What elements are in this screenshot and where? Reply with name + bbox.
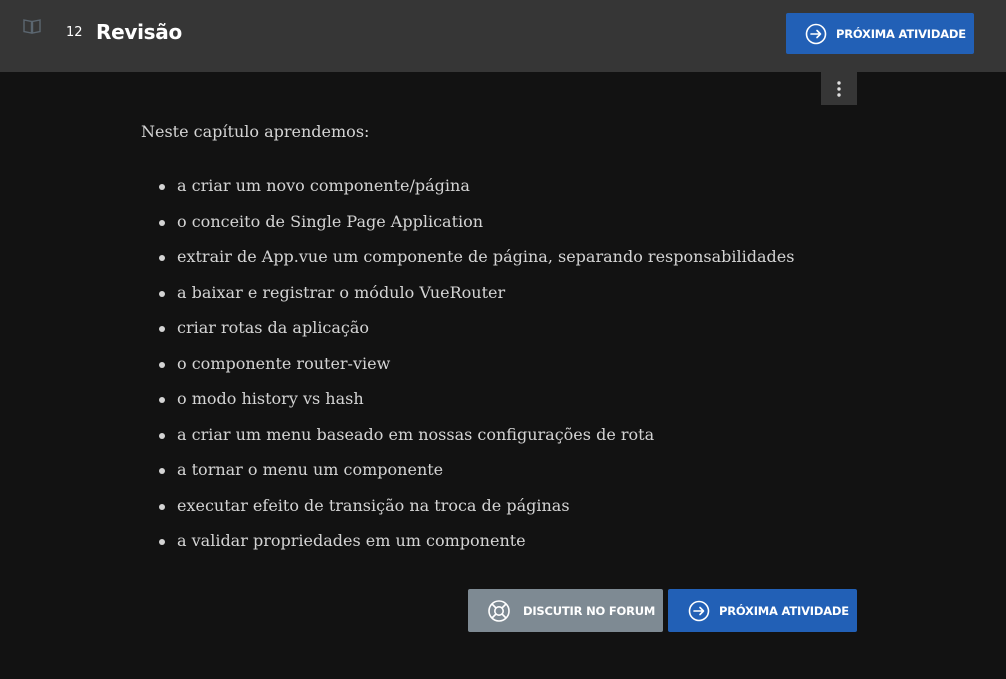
arrow-right-circle-icon <box>805 23 827 44</box>
next-activity-label: PRÓXIMA ATIVIDADE <box>836 26 966 41</box>
list-item: criar rotas da aplicação <box>159 318 861 354</box>
list-item: a tornar o menu um componente <box>159 460 861 496</box>
list-item: extrair de App.vue um componente de pági… <box>159 247 861 283</box>
arrow-right-circle-icon <box>688 600 710 621</box>
list-item: a criar um menu baseado em nossas config… <box>159 425 861 461</box>
lesson-content: Neste capítulo aprendemos: a criar um no… <box>141 118 861 567</box>
list-item: o componente router-view <box>159 354 861 390</box>
intro-text: Neste capítulo aprendemos: <box>141 122 370 141</box>
list-item: o modo history vs hash <box>159 389 861 425</box>
page-title: Revisão <box>96 20 182 44</box>
list-item: o conceito de Single Page Application <box>159 212 861 248</box>
list-item: a criar um novo componente/página <box>159 176 861 212</box>
next-activity-button-top[interactable]: PRÓXIMA ATIVIDADE <box>786 13 974 54</box>
list-item: a baixar e registrar o módulo VueRouter <box>159 283 861 319</box>
more-vertical-icon <box>837 80 841 97</box>
next-activity-button-bottom[interactable]: PRÓXIMA ATIVIDADE <box>668 589 857 632</box>
lesson-number: 12 <box>66 25 83 40</box>
top-bar: 12 Revisão PRÓXIMA ATIVIDADE <box>0 0 1006 72</box>
lifebuoy-icon <box>488 599 510 622</box>
discuss-forum-button[interactable]: DISCUTIR NO FORUM <box>468 589 663 632</box>
more-options-button[interactable] <box>821 72 857 105</box>
book-icon <box>23 19 41 34</box>
list-item: a validar propriedades em um componente <box>159 531 861 567</box>
discuss-forum-label: DISCUTIR NO FORUM <box>523 603 656 618</box>
list-item: executar efeito de transição na troca de… <box>159 496 861 532</box>
learned-list: a criar um novo componente/página o conc… <box>141 176 861 567</box>
next-activity-label: PRÓXIMA ATIVIDADE <box>719 603 849 618</box>
